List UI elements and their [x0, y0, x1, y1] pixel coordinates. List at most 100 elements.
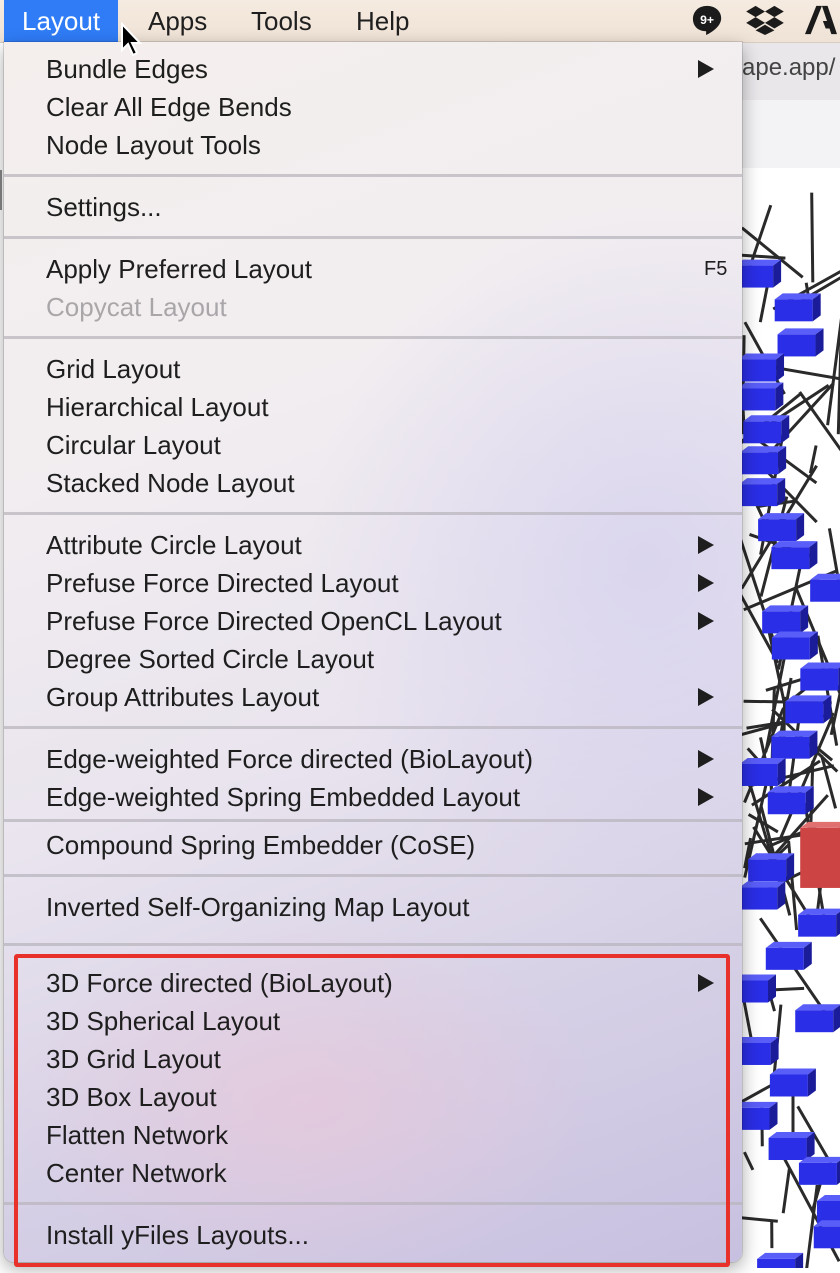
network-node[interactable] — [771, 541, 817, 569]
submenu-arrow-icon — [698, 688, 714, 706]
menu-item-4-2[interactable]: Prefuse Force Directed OpenCL Layout — [4, 602, 742, 640]
adobe-icon[interactable] — [802, 4, 840, 36]
menu-separator — [4, 174, 742, 177]
network-node[interactable] — [757, 1253, 803, 1268]
network-node[interactable] — [740, 758, 786, 786]
menu-item-8-0[interactable]: 3D Force directed (BioLayout) — [4, 964, 742, 1002]
menu-item-0-1[interactable]: Clear All Edge Bends — [4, 88, 742, 126]
network-node[interactable] — [778, 328, 824, 356]
network-node[interactable] — [810, 574, 840, 602]
menu-item-3-3[interactable]: Stacked Node Layout — [4, 464, 742, 502]
network-node[interactable] — [785, 695, 831, 723]
menu-item-0-2[interactable]: Node Layout Tools — [4, 126, 742, 164]
menu-item-2-0[interactable]: Apply Preferred LayoutF5 — [4, 250, 742, 288]
menu-item-4-1[interactable]: Prefuse Force Directed Layout — [4, 564, 742, 602]
menu-separator — [4, 512, 742, 515]
network-node[interactable] — [799, 1157, 840, 1185]
menu-item-label: Flatten Network — [46, 1116, 228, 1154]
network-node[interactable] — [769, 1132, 815, 1160]
menu-item-label: Clear All Edge Bends — [46, 88, 292, 126]
network-edge — [812, 193, 813, 283]
network-node[interactable] — [770, 1068, 816, 1096]
network-node[interactable] — [740, 1102, 778, 1130]
menu-item-8-4[interactable]: Flatten Network — [4, 1116, 742, 1154]
menu-item-7-0[interactable]: Inverted Self-Organizing Map Layout — [4, 888, 742, 926]
network-node[interactable] — [740, 446, 786, 474]
network-node[interactable] — [740, 260, 781, 288]
network-canvas[interactable] — [740, 168, 840, 1268]
menu-item-label: 3D Grid Layout — [46, 1040, 221, 1078]
network-node[interactable] — [740, 1037, 779, 1065]
menu-separator — [4, 943, 742, 946]
network-node[interactable] — [740, 382, 783, 410]
menu-tools[interactable]: Tools — [233, 0, 330, 42]
network-node[interactable] — [795, 1004, 840, 1032]
menu-item-label: Degree Sorted Circle Layout — [46, 640, 374, 678]
menu-item-1-0[interactable]: Settings... — [4, 188, 742, 226]
network-edge — [800, 392, 840, 450]
network-node[interactable] — [740, 882, 785, 910]
menu-item-label: Node Layout Tools — [46, 126, 261, 164]
menu-item-8-5[interactable]: Center Network — [4, 1154, 742, 1192]
menu-item-label: Edge-weighted Force directed (BioLayout) — [46, 740, 533, 778]
network-view — [740, 168, 840, 1268]
menu-layout[interactable]: Layout — [4, 0, 118, 42]
menu-item-4-4[interactable]: Group Attributes Layout — [4, 678, 742, 716]
menu-item-9-0[interactable]: Install yFiles Layouts... — [4, 1216, 742, 1254]
menu-item-3-0[interactable]: Grid Layout — [4, 350, 742, 388]
network-node[interactable] — [798, 909, 840, 937]
menu-separator — [4, 874, 742, 877]
menu-item-label: Compound Spring Embedder (CoSE) — [46, 826, 475, 864]
menu-help[interactable]: Help — [338, 0, 427, 42]
network-node[interactable] — [743, 415, 789, 443]
menu-item-2-1: Copycat Layout — [4, 288, 742, 326]
menu-separator — [4, 336, 742, 339]
menu-item-label: Settings... — [46, 188, 162, 226]
menu-separator — [4, 236, 742, 239]
menu-item-label: Center Network — [46, 1154, 227, 1192]
network-node[interactable] — [775, 293, 821, 321]
network-edge — [744, 1152, 753, 1170]
menu-item-8-3[interactable]: 3D Box Layout — [4, 1078, 742, 1116]
network-node[interactable] — [771, 731, 817, 759]
network-node[interactable] — [740, 975, 776, 1003]
network-node[interactable] — [748, 853, 794, 881]
menu-item-3-1[interactable]: Hierarchical Layout — [4, 388, 742, 426]
network-node[interactable] — [766, 942, 812, 970]
menu-item-3-2[interactable]: Circular Layout — [4, 426, 742, 464]
network-node[interactable] — [758, 513, 804, 541]
network-node-selected[interactable] — [800, 822, 840, 888]
menu-apps[interactable]: Apps — [130, 0, 225, 42]
network-node[interactable] — [772, 632, 818, 660]
menu-item-label: 3D Box Layout — [46, 1078, 217, 1116]
menu-item-label: Copycat Layout — [46, 288, 227, 326]
network-node[interactable] — [800, 663, 840, 691]
network-node[interactable] — [768, 786, 814, 814]
menu-item-0-0[interactable]: Bundle Edges — [4, 50, 742, 88]
menu-item-label: Edge-weighted Spring Embedded Layout — [46, 778, 520, 816]
menu-item-5-0[interactable]: Edge-weighted Force directed (BioLayout) — [4, 740, 742, 778]
menu-item-6-0[interactable]: Compound Spring Embedder (CoSE) — [4, 826, 742, 864]
menu-item-label: Inverted Self-Organizing Map Layout — [46, 888, 469, 926]
menu-item-label: Attribute Circle Layout — [46, 526, 302, 564]
menu-item-label: 3D Spherical Layout — [46, 1002, 280, 1040]
menu-item-5-1[interactable]: Edge-weighted Spring Embedded Layout — [4, 778, 742, 816]
hangouts-icon[interactable]: 9+ — [690, 4, 726, 36]
network-node[interactable] — [740, 478, 785, 506]
menu-separator — [4, 726, 742, 729]
network-node[interactable] — [814, 1220, 840, 1248]
submenu-arrow-icon — [698, 536, 714, 554]
keyboard-shortcut: F5 — [704, 250, 727, 288]
submenu-arrow-icon — [698, 60, 714, 78]
app-toolbar — [740, 100, 840, 169]
dropbox-icon[interactable] — [745, 4, 785, 36]
menu-item-8-1[interactable]: 3D Spherical Layout — [4, 1002, 742, 1040]
submenu-arrow-icon — [698, 612, 714, 630]
menu-item-4-0[interactable]: Attribute Circle Layout — [4, 526, 742, 564]
network-node[interactable] — [762, 605, 808, 633]
menu-item-4-3[interactable]: Degree Sorted Circle Layout — [4, 640, 742, 678]
menu-item-label: Hierarchical Layout — [46, 388, 269, 426]
menu-item-8-2[interactable]: 3D Grid Layout — [4, 1040, 742, 1078]
network-node[interactable] — [817, 1195, 840, 1223]
network-node[interactable] — [740, 354, 784, 382]
